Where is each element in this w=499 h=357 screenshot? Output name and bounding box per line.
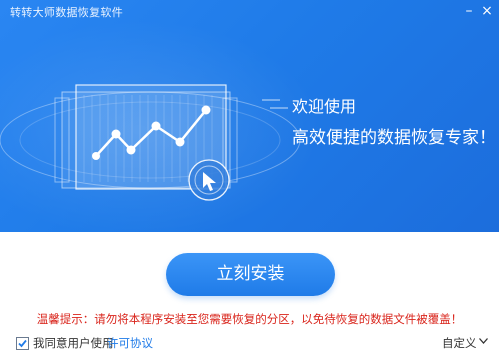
minimize-icon[interactable]: – [460,2,478,20]
header-banner: 转转大师数据恢复软件 – × 欢迎使用 高效便捷的数据恢复专家！ [0,0,499,232]
checkmark-icon [18,339,27,348]
footer-bar: 我同意用户使用 许可协议 自定义 [0,331,499,357]
install-warning: 温馨提示：请勿将本程序安装至您需要恢复的分区，以免待恢复的数据文件被覆盖！ [36,312,463,326]
welcome-headline: 欢迎使用 [292,97,357,116]
agree-label: 我同意用户使用 [33,336,114,350]
app-title: 转转大师数据恢复软件 [10,6,123,19]
title-bar: 转转大师数据恢复软件 – × [0,0,499,24]
custom-install-option[interactable]: 自定义 [442,335,477,351]
install-button[interactable]: 立刻安装 [166,253,335,296]
chevron-down-icon[interactable] [479,338,488,344]
welcome-subline: 高效便捷的数据恢复专家！ [292,128,496,148]
license-agreement-link[interactable]: 许可协议 [107,335,153,351]
agree-checkbox[interactable] [16,337,29,350]
close-icon[interactable]: × [478,2,496,20]
cursor-click-icon [188,159,230,201]
